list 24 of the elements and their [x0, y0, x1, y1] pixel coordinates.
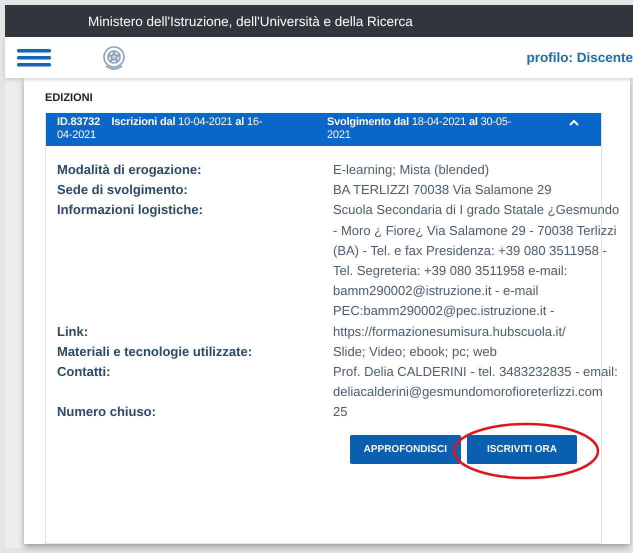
detail-value: Prof. Delia CALDERINI - tel. 3483232835 - email: deliacalderini@gesmundomorofioreterlizzi.com	[333, 363, 619, 402]
enroll-button[interactable]: ISCRIVITI ORA	[466, 434, 577, 464]
detail-label: Informazioni logistiche:	[57, 201, 204, 220]
details-button[interactable]: APPROFONDISCI	[350, 434, 461, 464]
detail-label: Numero chiuso:	[57, 403, 157, 422]
detail-value: 25	[333, 403, 348, 422]
detail-label: Link:	[57, 322, 90, 341]
profile-link[interactable]: profilo: Discente	[526, 50, 633, 65]
edition-header[interactable]: ID.83732 Iscrizioni dal 10-04-2021 al 16-04-2021 Svolgimento dal 18-04-2021 al 30-05-2021	[46, 113, 601, 146]
detail-label: Sede di svolgimento:	[57, 181, 189, 200]
section-title: EDIZIONI	[45, 92, 94, 104]
detail-value: BA TERLIZZI 70038 Via Salamone 29	[333, 181, 552, 200]
enrollment-period: ID.83732 Iscrizioni dal 10-04-2021 al 16-04-2021	[57, 116, 264, 142]
detail-value: https://formazionesumisura.hubscuola.it/	[333, 322, 567, 341]
detail-value: E-learning; Mista (blended)	[333, 161, 490, 179]
course-period: Svolgimento dal 18-04-2021 al 30-05-2021	[327, 116, 512, 142]
ministry-title: Ministero dell'Istruzione, dell'Università e della Ricerca	[88, 14, 413, 28]
menu-icon[interactable]	[17, 48, 51, 66]
detail-label: Modalità di erogazione:	[57, 161, 202, 179]
emblem-icon	[101, 44, 127, 72]
detail-label: Materiali e tecnologie utilizzate:	[57, 342, 254, 361]
detail-label: Contatti:	[57, 363, 112, 382]
chevron-up-icon[interactable]	[569, 119, 579, 126]
detail-value: Slide; Video; ebook; pc; web	[333, 342, 498, 361]
